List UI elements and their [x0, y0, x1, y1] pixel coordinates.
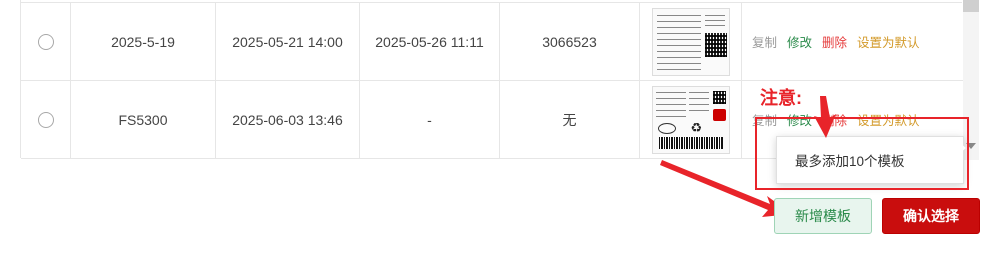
add-template-button[interactable]: 新增模板	[774, 198, 872, 234]
arrow-down-icon	[814, 96, 836, 138]
arrow-right-icon	[660, 160, 792, 217]
confirm-select-button[interactable]: 确认选择	[882, 198, 980, 234]
